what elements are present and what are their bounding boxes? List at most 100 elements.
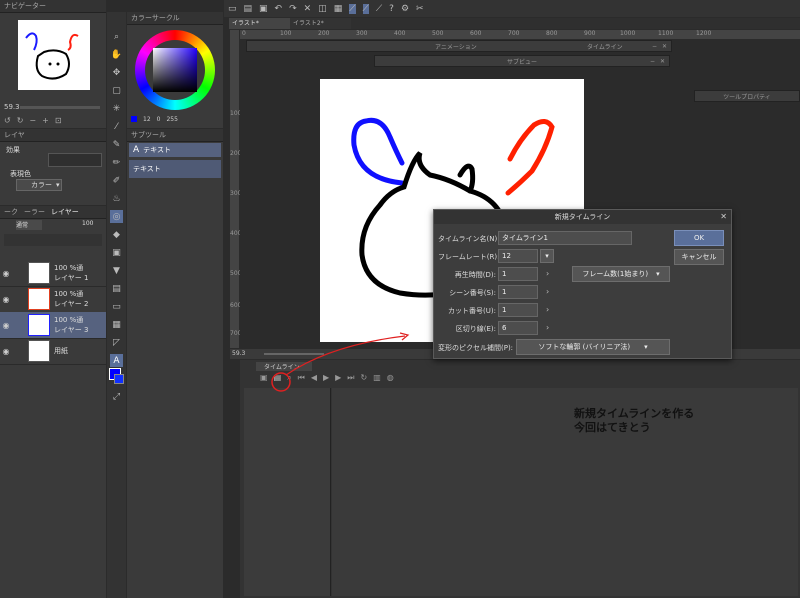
cut-input[interactable]: 1	[498, 303, 538, 317]
floating-subview-panel[interactable]: サブビュー − ✕	[374, 55, 670, 67]
grid-icon[interactable]: ▦	[334, 4, 343, 14]
ok-button[interactable]: OK	[674, 230, 724, 246]
close-icon[interactable]: ✕	[662, 43, 667, 50]
move-tool-icon[interactable]: ✥	[110, 66, 123, 79]
ruler-tool-icon[interactable]: ◸	[110, 336, 123, 349]
divider-arrow-icon[interactable]: ›	[546, 323, 549, 332]
timeline-layer-list[interactable]	[244, 388, 331, 596]
play-last-icon[interactable]: ⏭	[347, 373, 354, 385]
timeline-tab[interactable]: タイムライン	[256, 362, 312, 371]
cut-arrow-icon[interactable]: ›	[546, 305, 549, 314]
cel-icon[interactable]: ▥	[373, 373, 381, 385]
magic-wand-icon[interactable]: ✳	[110, 102, 123, 115]
navigator-zoom-slider[interactable]	[20, 106, 100, 109]
navigator-preview[interactable]	[18, 20, 90, 90]
minimize-icon[interactable]: −	[650, 58, 655, 65]
rotate-left-icon[interactable]: ↺	[4, 116, 11, 125]
fill-tool-icon[interactable]: ▣	[110, 246, 123, 259]
subtool-title[interactable]: サブツール	[127, 129, 223, 142]
eyedropper-icon[interactable]: ⁄	[110, 120, 123, 133]
saturation-square[interactable]	[153, 48, 197, 92]
navigator-title[interactable]: ナビゲーター	[0, 0, 106, 13]
play-first-icon[interactable]: ⏮	[298, 373, 305, 385]
layer-row[interactable]: ◉ 100 %通 レイヤー 1	[0, 260, 106, 287]
divider-input[interactable]: 6	[498, 321, 538, 335]
timeline-settings-icon[interactable]: ▣	[260, 373, 268, 385]
framerate-input[interactable]: 12	[498, 249, 538, 263]
eye-icon[interactable]: ◉	[0, 295, 12, 304]
new-file-icon[interactable]: ▭	[228, 4, 237, 14]
text-tool-icon[interactable]: A	[110, 354, 123, 367]
playtime-unit-select[interactable]: フレーム数(1始まり) ▾	[572, 266, 670, 282]
loop-icon[interactable]: ↻	[360, 373, 367, 385]
save-icon[interactable]: ▣	[259, 4, 268, 14]
timeline-name-input[interactable]: タイムライン1	[498, 231, 632, 245]
interpolation-select[interactable]: ソフトな輪郭 (バイリニア法) ▾	[516, 339, 670, 355]
tab-layer[interactable]: レイヤー	[51, 207, 79, 217]
settings-icon[interactable]: ⚙	[401, 4, 409, 14]
floating-animation-panel[interactable]: アニメーション タイムライン − ✕	[246, 40, 672, 52]
select-tool-icon[interactable]: ▢	[110, 84, 123, 97]
redo-icon[interactable]: ↷	[289, 4, 297, 14]
onion-icon[interactable]: ◍	[387, 373, 394, 385]
floating-toolprop-panel[interactable]: ツールプロパティ	[694, 90, 800, 102]
hue-ring[interactable]	[135, 30, 215, 110]
zoom-tool-icon[interactable]: ⌕	[110, 30, 123, 43]
layer-row[interactable]: ◉ 用紙	[0, 338, 106, 365]
rotate-right-icon[interactable]: ↻	[17, 116, 24, 125]
tab-illust-2[interactable]: イラスト2*	[290, 18, 351, 29]
subtool-group-text[interactable]: A テキスト	[129, 143, 221, 157]
main-color-small[interactable]	[131, 116, 137, 122]
blend-tool-icon[interactable]: ◎	[110, 210, 123, 223]
play-icon[interactable]: ▶	[323, 373, 329, 385]
framerate-dropdown[interactable]: ▾	[540, 249, 554, 263]
blend-mode-select[interactable]: 通常	[16, 220, 42, 230]
eye-icon[interactable]: ◉	[0, 269, 12, 278]
eye-icon[interactable]: ◉	[0, 347, 12, 356]
scene-arrow-icon[interactable]: ›	[546, 287, 549, 296]
color-mode-select[interactable]: カラー ▾	[16, 179, 62, 191]
brush-tool-icon[interactable]: ✐	[110, 174, 123, 187]
layer-row-selected[interactable]: ◉ 100 %通 レイヤー 3	[0, 312, 106, 339]
play-next-icon[interactable]: ▶	[335, 373, 341, 385]
layer-property-title[interactable]: レイヤ	[0, 129, 106, 142]
subtool-item-text[interactable]: テキスト	[129, 160, 221, 178]
transform-icon[interactable]: ◫	[318, 4, 327, 14]
cancel-button[interactable]: キャンセル	[674, 249, 724, 265]
zoom-timeline-icon[interactable]: ⌕	[287, 373, 291, 385]
close-icon[interactable]: ✕	[660, 58, 665, 65]
fit-icon[interactable]: ⊡	[55, 116, 62, 125]
play-prev-icon[interactable]: ◀	[311, 373, 317, 385]
canvas-zoom-slider[interactable]	[264, 353, 324, 355]
gradient-tool-icon[interactable]: ▤	[110, 282, 123, 295]
dialog-titlebar[interactable]: 新規タイムライン	[434, 210, 731, 224]
eye-icon[interactable]: ◉	[0, 321, 12, 330]
tab-autoaction[interactable]: ーク	[4, 207, 18, 217]
new-timeline-icon[interactable]: ▤	[274, 373, 282, 385]
playtime-arrow-icon[interactable]: ›	[546, 269, 549, 278]
zoom-in-icon[interactable]: +	[42, 116, 49, 125]
pencil-tool-icon[interactable]: ✏	[110, 156, 123, 169]
clear-icon[interactable]: ✕	[304, 4, 312, 14]
frame-tool-icon[interactable]: ▦	[110, 318, 123, 331]
open-icon[interactable]: ▤	[244, 4, 253, 14]
tab-illust-1[interactable]: イラスト*	[229, 18, 290, 29]
layer-row[interactable]: ◉ 100 %通 レイヤー 2	[0, 286, 106, 313]
cut-icon[interactable]: ✂	[416, 4, 424, 14]
spray-tool-icon[interactable]: ♨	[110, 192, 123, 205]
undo-icon[interactable]: ↶	[275, 4, 283, 14]
figure-tool-icon[interactable]: ▭	[110, 300, 123, 313]
eraser-tool-icon[interactable]: ◆	[110, 228, 123, 241]
color-circle-title[interactable]: カラーサークル	[127, 12, 223, 25]
scene-input[interactable]: 1	[498, 285, 538, 299]
correct-line-icon[interactable]: ⤢	[110, 390, 123, 403]
zoom-out-icon[interactable]: −	[29, 116, 36, 125]
sub-color-swatch[interactable]	[114, 374, 124, 384]
canvas-zoom[interactable]: 59.3	[232, 350, 245, 357]
pen-tool-icon[interactable]: ✎	[110, 138, 123, 151]
timeline-frames[interactable]	[332, 388, 798, 596]
bucket-icon[interactable]: ▼	[110, 264, 123, 277]
snap-icon[interactable]: ⟋	[349, 3, 356, 14]
opacity-value[interactable]: 100	[82, 220, 93, 227]
help-icon[interactable]: ?	[389, 4, 394, 14]
